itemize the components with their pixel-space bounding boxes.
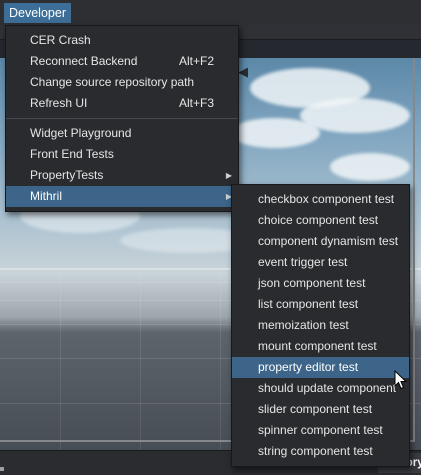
- menu-item-label: json component test: [258, 276, 366, 290]
- developer-menu: CER Crash Reconnect Backend Alt+F2 Change s…: [5, 25, 239, 212]
- menu-item-event-trigger-test[interactable]: event trigger test: [232, 252, 409, 273]
- menu-item-list-component-test[interactable]: list component test: [232, 294, 409, 315]
- menu-item-propertytests[interactable]: PropertyTests ▶: [6, 165, 238, 186]
- menu-item-label: PropertyTests: [30, 168, 104, 182]
- menu-item-memoization-test[interactable]: memoization test: [232, 315, 409, 336]
- menu-item-label: choice component test: [258, 213, 379, 227]
- menu-item-reconnect-backend[interactable]: Reconnect Backend Alt+F2: [6, 51, 238, 72]
- menu-item-checkbox-component-test[interactable]: checkbox component test: [232, 189, 409, 210]
- menu-item-label: should update component: [258, 381, 397, 395]
- menu-item-label: Widget Playground: [30, 126, 132, 140]
- menu-item-front-end-tests[interactable]: Front End Tests: [6, 144, 238, 165]
- shortcut-label: Alt+F2: [178, 54, 214, 68]
- menu-item-label: event trigger test: [258, 255, 348, 269]
- menu-item-label: spinner component test: [258, 423, 383, 437]
- menu-item-should-update-component[interactable]: should update component: [232, 378, 409, 399]
- menu-item-slider-component-test[interactable]: slider component test: [232, 399, 409, 420]
- menu-item-mount-component-test[interactable]: mount component test: [232, 336, 409, 357]
- menu-item-change-source-repository-path[interactable]: Change source repository path: [6, 72, 238, 93]
- menu-item-label: memoization test: [258, 318, 349, 332]
- menu-item-label: list component test: [258, 297, 359, 311]
- menu-item-label: checkbox component test: [258, 192, 395, 206]
- menu-item-label: component dynamism test: [258, 234, 399, 248]
- resize-grip[interactable]: [0, 467, 4, 471]
- menu-item-label: string component test: [258, 444, 373, 458]
- menu-item-label: Front End Tests: [30, 147, 114, 161]
- menu-item-choice-component-test[interactable]: choice component test: [232, 210, 409, 231]
- menu-item-label: mount component test: [258, 339, 377, 353]
- menu-item-cer-crash[interactable]: CER Crash: [6, 30, 238, 51]
- menu-separator: [6, 118, 238, 119]
- menu-developer[interactable]: Developer: [4, 3, 71, 23]
- menu-item-label: Mithril: [30, 189, 62, 203]
- menu-item-mithril[interactable]: Mithril ▶: [6, 186, 238, 207]
- menu-item-label: property editor test: [258, 360, 359, 374]
- menu-item-label: Reconnect Backend: [30, 54, 138, 68]
- menu-item-widget-playground[interactable]: Widget Playground: [6, 123, 238, 144]
- submenu-arrow-icon: ▶: [225, 171, 232, 180]
- menu-item-label: Refresh UI: [30, 96, 88, 110]
- mouse-cursor-icon: [394, 370, 408, 390]
- mithril-submenu: checkbox component test choice component …: [231, 184, 410, 467]
- menu-item-refresh-ui[interactable]: Refresh UI Alt+F3: [6, 93, 238, 114]
- menu-item-property-editor-test[interactable]: property editor test: [232, 357, 409, 378]
- menu-item-component-dynamism-test[interactable]: component dynamism test: [232, 231, 409, 252]
- shortcut-label: Alt+F3: [178, 96, 214, 110]
- menubar: Developer: [0, 0, 421, 25]
- menu-item-string-component-test[interactable]: string component test: [232, 441, 409, 462]
- menu-item-label: slider component test: [258, 402, 373, 416]
- menu-item-label: CER Crash: [30, 33, 91, 47]
- menu-item-spinner-component-test[interactable]: spinner component test: [232, 420, 409, 441]
- camera-arrow-icon: ◀: [238, 64, 248, 79]
- menu-item-label: Change source repository path: [30, 75, 195, 89]
- menu-item-json-component-test[interactable]: json component test: [232, 273, 409, 294]
